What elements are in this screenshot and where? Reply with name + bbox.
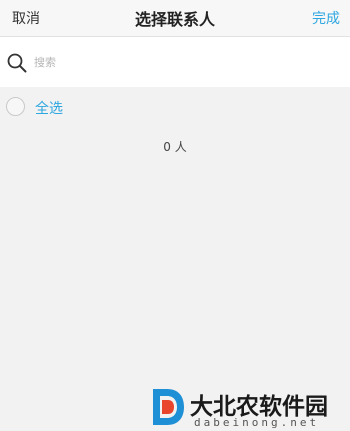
select-all-label[interactable]: 全选: [35, 98, 63, 118]
search-bar: [0, 37, 350, 87]
nav-header: 取消 选择联系人 完成: [0, 0, 350, 37]
brand-logo-icon: [153, 389, 184, 425]
search-icon[interactable]: [6, 52, 28, 74]
watermark: 大北农软件园 dabeinong.net: [150, 383, 350, 431]
page-title: 选择联系人: [134, 10, 215, 29]
select-all-radio[interactable]: [6, 97, 25, 116]
selected-count: 0 人: [163, 140, 187, 154]
select-all-row[interactable]: 全选: [0, 92, 350, 124]
contact-picker-screen: 取消 选择联系人 完成 全选 0 人 大北农软件园 dabeinong.net: [0, 0, 350, 431]
watermark-domain-text: dabeinong.net: [194, 416, 320, 429]
done-button[interactable]: 完成: [312, 8, 340, 28]
search-input[interactable]: [34, 50, 334, 74]
